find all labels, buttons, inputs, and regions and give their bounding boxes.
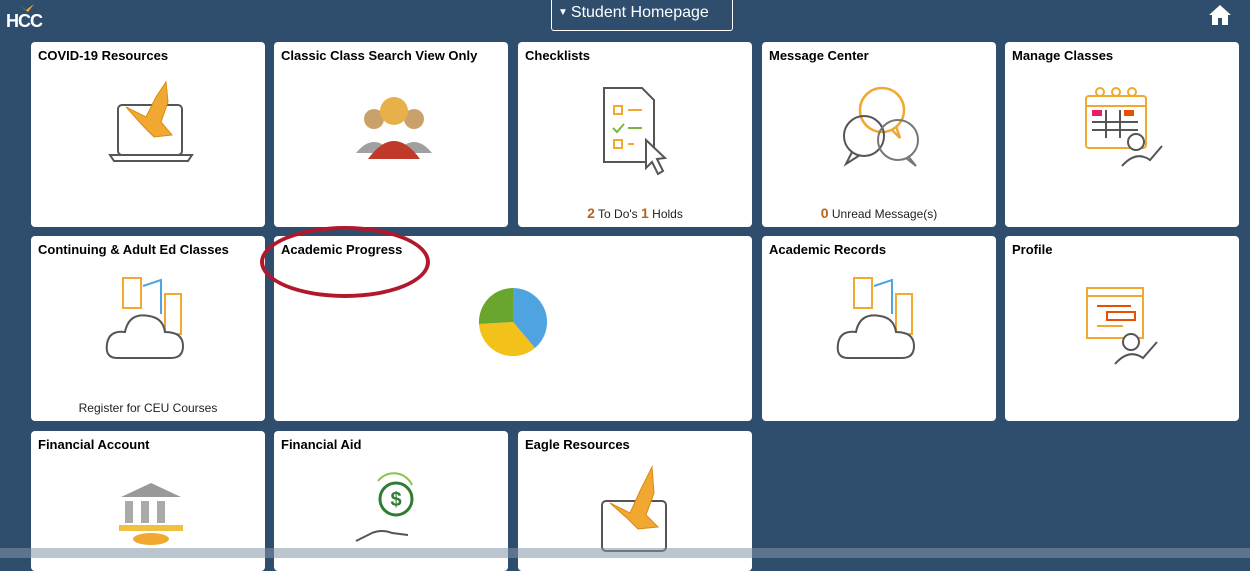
- tile-message-center[interactable]: Message Center 0 Unread Message(s): [762, 42, 996, 227]
- homepage-label: Student Homepage: [570, 4, 709, 21]
- holds-count: 1: [641, 205, 649, 221]
- unread-count: 0: [820, 205, 829, 221]
- header-bar: HCC ▼ Student Homepage: [0, 0, 1250, 36]
- tile-title: Financial Aid: [281, 437, 362, 452]
- dollar-hand-icon: $: [355, 472, 414, 542]
- tile-title: Continuing & Adult Ed Classes: [38, 242, 229, 257]
- logo-text: HCC: [6, 11, 43, 31]
- tile-manage-classes[interactable]: Manage Classes: [1005, 42, 1239, 227]
- bank-icon: [119, 483, 183, 545]
- tile-profile[interactable]: Profile: [1005, 236, 1239, 421]
- tile-academic-records[interactable]: Academic Records: [762, 236, 996, 421]
- chat-bubbles-icon: [843, 86, 919, 167]
- unread-label: Unread Message(s): [831, 207, 938, 221]
- cloud-documents-icon: [836, 277, 916, 359]
- tile-title: Eagle Resources: [525, 437, 630, 452]
- eagle-laptop-icon: [108, 80, 194, 162]
- checklist-icon: [603, 87, 668, 176]
- hcc-logo[interactable]: HCC: [6, 2, 43, 32]
- tile-title: Message Center: [769, 48, 869, 63]
- unread-summary: 0 Unread Message(s): [762, 205, 996, 221]
- tile-title: COVID-19 Resources: [38, 48, 169, 63]
- todo-count: 2: [587, 205, 595, 221]
- tile-covid-resources[interactable]: COVID-19 Resources: [31, 42, 265, 227]
- tile-title: Academic Progress: [281, 242, 403, 257]
- profile-form-icon: [1086, 287, 1158, 365]
- tile-footer[interactable]: Register for CEU Courses: [31, 401, 265, 415]
- pie-chart-icon: [478, 287, 548, 357]
- home-button[interactable]: [1207, 3, 1233, 27]
- eagle-laptop-icon: [601, 465, 667, 552]
- caret-down-icon: ▼: [558, 7, 568, 18]
- tile-title: Classic Class Search View Only: [281, 48, 478, 63]
- cloud-documents-icon: [105, 277, 185, 359]
- tile-title: Profile: [1012, 242, 1053, 257]
- home-icon: [1209, 5, 1231, 25]
- checklist-summary: 2 To Do's 1 Holds: [518, 205, 752, 221]
- tile-classic-class-search[interactable]: Classic Class Search View Only: [274, 42, 508, 227]
- tile-academic-progress[interactable]: Academic Progress: [274, 236, 752, 421]
- tile-checklists[interactable]: Checklists 2 To Do's 1 Holds: [518, 42, 752, 227]
- tile-title: Checklists: [525, 48, 591, 63]
- svg-text:$: $: [390, 489, 401, 511]
- people-group-icon: [356, 97, 432, 159]
- tile-title: Academic Records: [769, 242, 887, 257]
- homepage-selector[interactable]: ▼ Student Homepage: [551, 0, 733, 31]
- tile-continuing-adult-ed[interactable]: Continuing & Adult Ed Classes Register f…: [31, 236, 265, 421]
- scroll-fade-overlay: [0, 548, 1250, 558]
- calendar-person-icon: [1085, 87, 1163, 167]
- tile-title: Financial Account: [38, 437, 150, 452]
- todo-label: To Do's: [598, 207, 638, 221]
- holds-label: Holds: [652, 207, 683, 221]
- tile-title: Manage Classes: [1012, 48, 1114, 63]
